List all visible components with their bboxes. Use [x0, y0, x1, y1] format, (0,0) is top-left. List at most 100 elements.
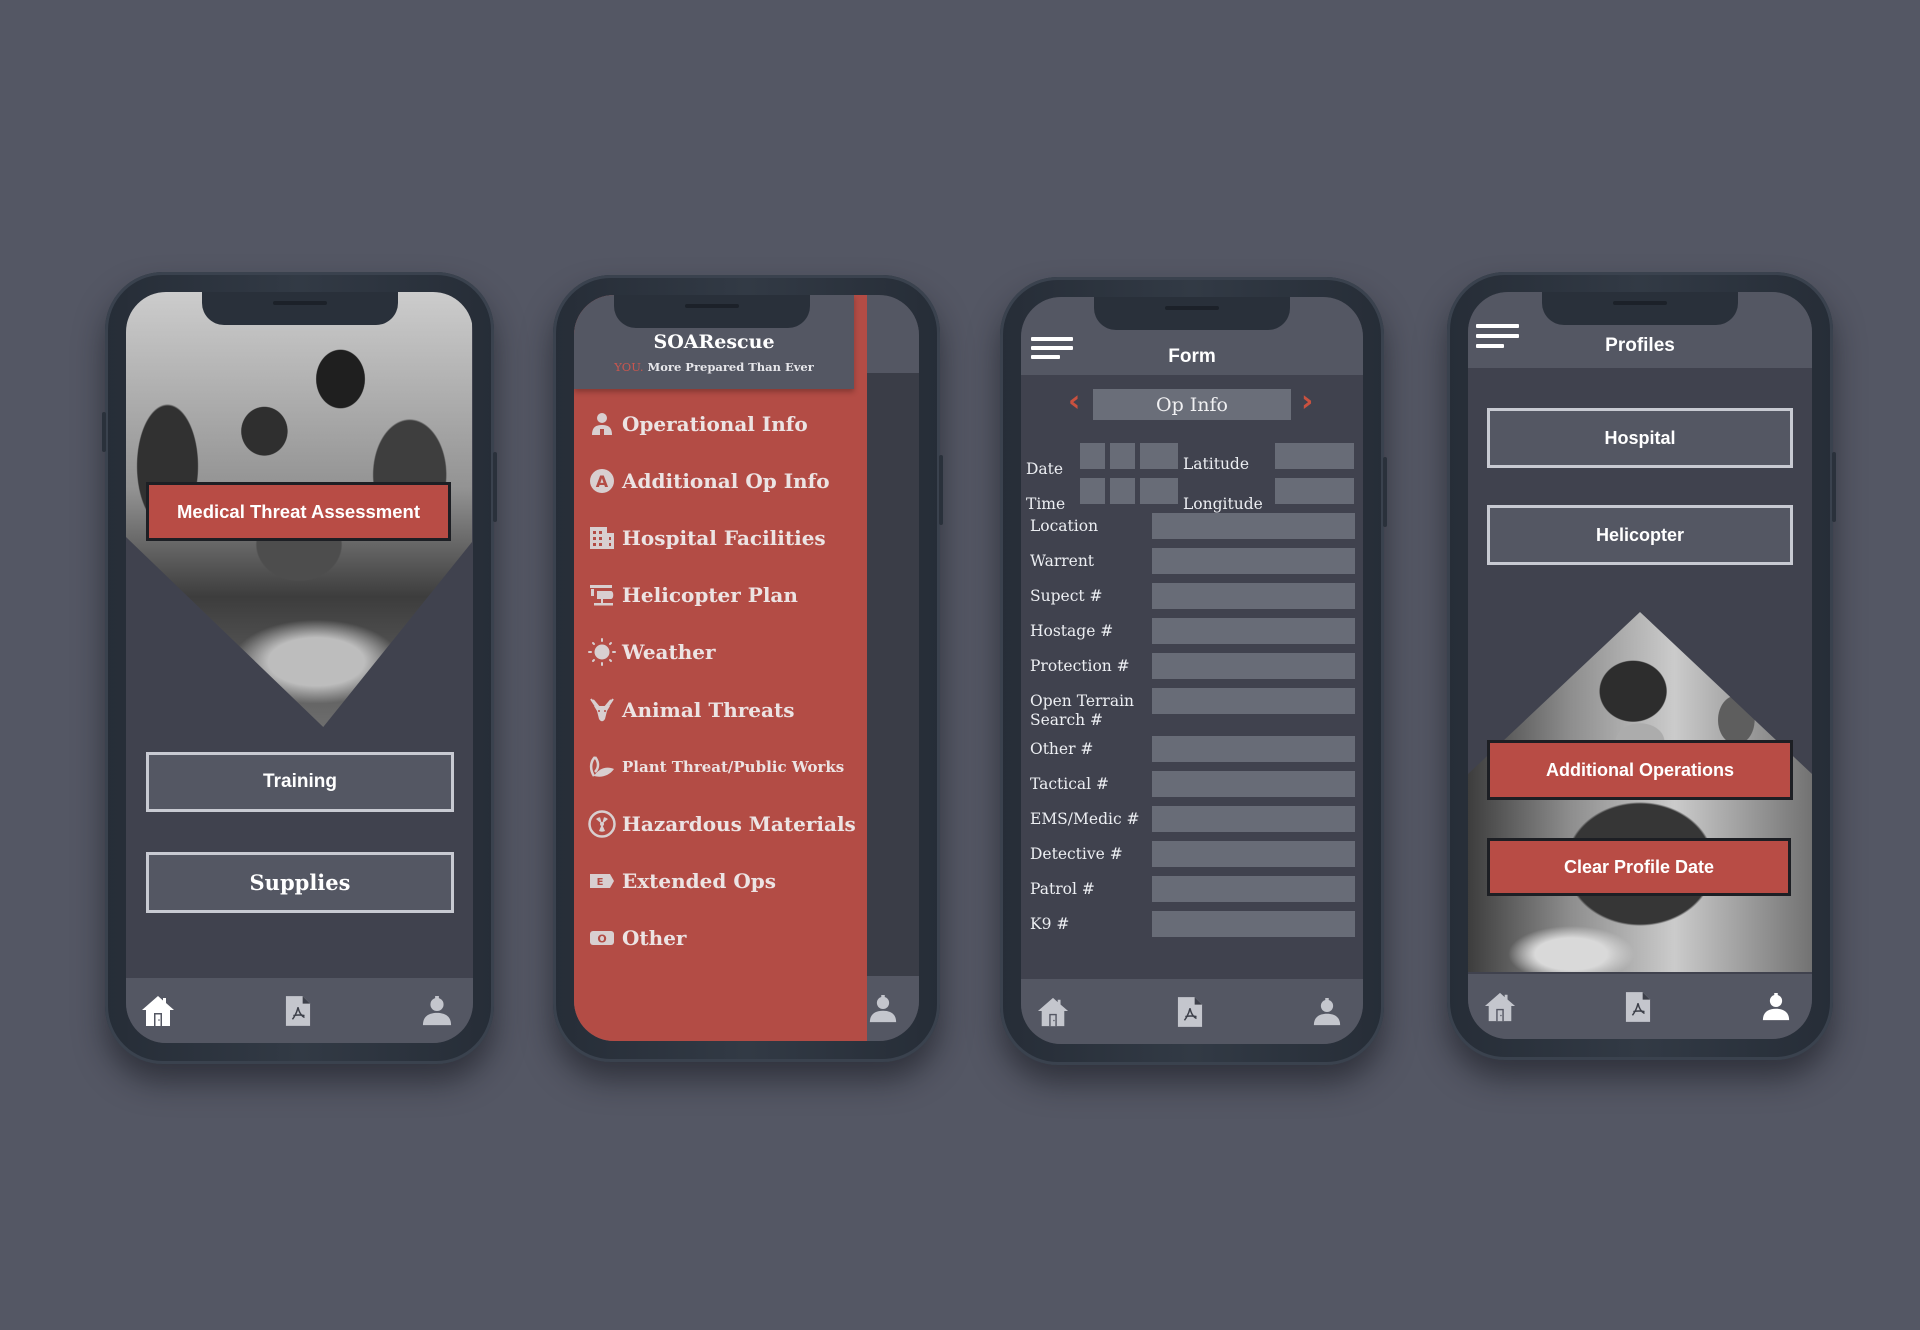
supplies-button[interactable]: Supplies [146, 852, 454, 913]
field-input[interactable] [1152, 688, 1355, 714]
field-label: K9 # [1030, 915, 1070, 933]
date-year-input[interactable] [1140, 443, 1178, 469]
date-label: Date [1026, 460, 1064, 478]
field-label: Protection # [1030, 657, 1130, 675]
field-input[interactable] [1152, 771, 1355, 797]
svg-text:E: E [597, 877, 604, 888]
menu-item-label: Other [622, 926, 687, 951]
section-selector[interactable]: Op Info [1093, 389, 1291, 420]
side-button [493, 452, 497, 522]
home-icon[interactable] [1035, 994, 1071, 1030]
page-title: Form [1168, 346, 1216, 367]
menu-item-helicopter-plan[interactable]: Helicopter Plan [588, 567, 867, 624]
menu-item-label: Additional Op Info [622, 468, 830, 493]
field-input[interactable] [1152, 876, 1355, 902]
pdf-document-icon[interactable] [1172, 994, 1208, 1030]
letter-a-circle-icon: A [588, 467, 616, 495]
tagline-text: More Prepared Than Ever [643, 360, 814, 374]
date-day-input[interactable] [1110, 443, 1135, 469]
longitude-label: Longitude [1183, 495, 1263, 513]
letter-o-tag-icon: O [588, 924, 616, 952]
field-input[interactable] [1152, 841, 1355, 867]
training-button[interactable]: Training [146, 752, 454, 812]
deer-icon [588, 696, 616, 724]
radiation-icon [588, 810, 616, 838]
tagline: YOU. More Prepared Than Ever [574, 360, 854, 374]
phone-menu: SOARescue YOU. More Prepared Than Ever O… [553, 275, 943, 1062]
field-input[interactable] [1152, 513, 1355, 539]
user-profile-icon[interactable] [1758, 989, 1794, 1025]
home-icon[interactable] [140, 993, 176, 1029]
pdf-document-icon[interactable] [280, 993, 316, 1029]
date-month-input[interactable] [1080, 443, 1105, 469]
hospital-button[interactable]: Hospital [1487, 408, 1793, 468]
user-profile-icon[interactable] [865, 991, 901, 1027]
phone-home: Medical Threat Assessment Training Suppl… [102, 272, 497, 1064]
next-section-chevron-icon[interactable]: › [1301, 387, 1313, 417]
notch [1094, 297, 1290, 330]
menu-item-label: Helicopter Plan [622, 583, 798, 608]
notch [201, 292, 398, 325]
user-profile-icon[interactable] [419, 993, 455, 1029]
menu-item-weather[interactable]: Weather [588, 624, 867, 681]
field-label: Supect # [1030, 587, 1103, 605]
side-button [1383, 457, 1387, 527]
field-label: Patrol # [1030, 880, 1095, 898]
menu-item-label: Extended Ops [622, 869, 776, 894]
side-button [1832, 452, 1836, 522]
user-profile-icon[interactable] [1309, 994, 1345, 1030]
helicopter-icon [588, 581, 616, 609]
time-hour-input[interactable] [1080, 478, 1105, 504]
sun-icon [588, 638, 616, 667]
field-input[interactable] [1152, 548, 1355, 574]
time-label: Time [1026, 495, 1066, 513]
field-input[interactable] [1152, 653, 1355, 679]
longitude-input[interactable] [1275, 478, 1354, 504]
time-minute-input[interactable] [1110, 478, 1135, 504]
time-ampm-input[interactable] [1140, 478, 1178, 504]
phone-profiles: Profiles Hospital Helicopter Additional … [1447, 272, 1836, 1060]
field-input[interactable] [1152, 911, 1355, 937]
previous-section-chevron-icon[interactable]: ‹ [1068, 387, 1080, 417]
field-input[interactable] [1152, 618, 1355, 644]
svg-text:A: A [596, 472, 609, 491]
form-screen: Form ‹ Op Info › Date Latitude Time Long… [1021, 297, 1363, 1044]
side-button [102, 412, 106, 452]
profiles-screen: Profiles Hospital Helicopter Additional … [1468, 292, 1812, 1039]
home-screen: Medical Threat Assessment Training Suppl… [126, 292, 473, 1043]
menu-item-extended-ops[interactable]: E Extended Ops [588, 853, 867, 910]
latitude-input[interactable] [1275, 443, 1354, 469]
bottom-nav [126, 978, 473, 1043]
home-icon[interactable] [1482, 989, 1518, 1025]
menu-item-hospital-facilities[interactable]: Hospital Facilities [588, 509, 867, 566]
menu-item-operational-info[interactable]: Operational Info [588, 395, 867, 452]
tagline-highlight: YOU. [614, 360, 644, 374]
clear-profile-button[interactable]: Clear Profile Date [1487, 838, 1791, 896]
phone-form: Form ‹ Op Info › Date Latitude Time Long… [1000, 277, 1387, 1065]
additional-operations-button[interactable]: Additional Operations [1487, 740, 1793, 800]
navigation-drawer: SOARescue YOU. More Prepared Than Ever O… [574, 295, 867, 1041]
field-input[interactable] [1152, 736, 1355, 762]
menu-item-animal-threats[interactable]: Animal Threats [588, 681, 867, 738]
field-label: Hostage # [1030, 622, 1114, 640]
medical-threat-assessment-button[interactable]: Medical Threat Assessment [146, 482, 451, 541]
page-title: Profiles [1605, 335, 1675, 356]
drawer-menu: Operational Info A Additional Op Info Ho… [588, 395, 867, 967]
field-input[interactable] [1152, 806, 1355, 832]
bottom-nav [1468, 974, 1812, 1039]
form-body: ‹ Op Info › Date Latitude Time Longitude… [1021, 375, 1363, 979]
field-input[interactable] [1152, 583, 1355, 609]
menu-item-plant-threat[interactable]: Plant Threat/Public Works [588, 738, 867, 795]
helicopter-button[interactable]: Helicopter [1487, 505, 1793, 565]
menu-item-label: Plant Threat/Public Works [622, 757, 845, 776]
menu-item-other[interactable]: O Other [588, 910, 867, 967]
menu-item-label: Operational Info [622, 411, 808, 436]
app-title: SOARescue [653, 331, 775, 353]
menu-item-additional-op-info[interactable]: A Additional Op Info [588, 452, 867, 509]
menu-item-hazardous-materials[interactable]: Hazardous Materials [588, 795, 867, 852]
bottom-nav [1021, 979, 1363, 1044]
menu-item-label: Hazardous Materials [622, 811, 856, 836]
field-label: Open Terrain Search # [1030, 692, 1135, 729]
menu-item-label: Weather [622, 640, 716, 665]
pdf-document-icon[interactable] [1620, 989, 1656, 1025]
